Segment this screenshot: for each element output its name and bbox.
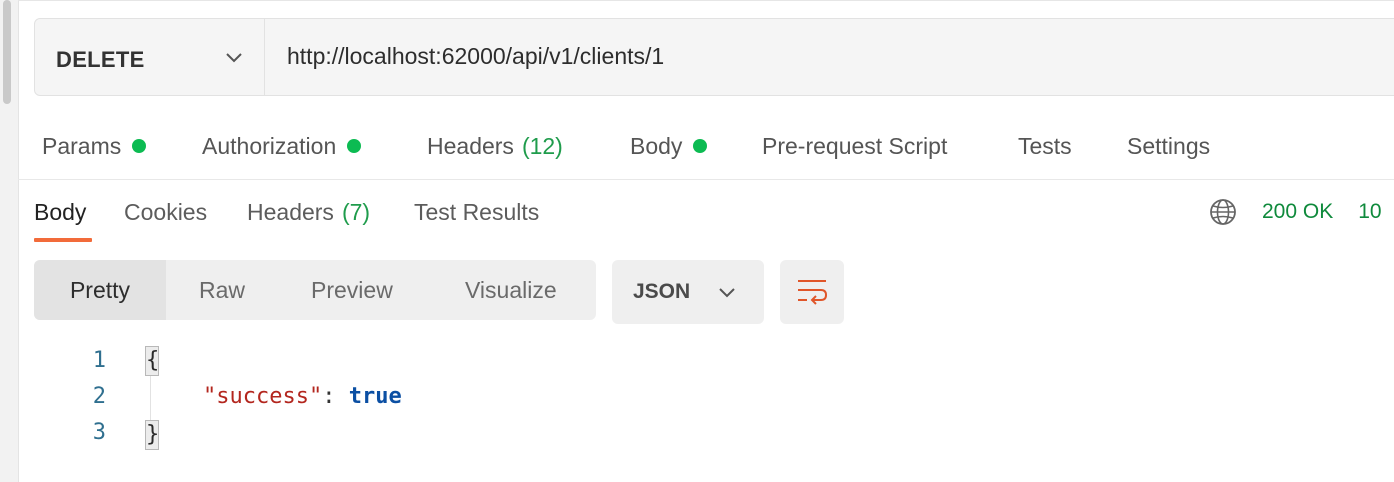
status-dot — [347, 139, 362, 153]
view-label: Preview — [311, 276, 393, 303]
word-wrap-icon — [798, 280, 828, 305]
status-code[interactable]: 200 OK — [1262, 200, 1333, 224]
tab-authorization[interactable]: Authorization — [202, 130, 362, 162]
view-raw[interactable]: Raw — [199, 260, 245, 320]
close-brace: } — [145, 420, 159, 450]
tab-params[interactable]: Params — [42, 130, 147, 162]
response-tab-test-results[interactable]: Test Results — [414, 196, 539, 228]
headers-count: (12) — [521, 132, 563, 159]
chevron-down-icon — [719, 288, 735, 298]
tab-label: Pre-request Script — [762, 132, 948, 159]
view-label: Raw — [199, 276, 246, 303]
status-dot — [132, 139, 147, 153]
scrollbar-thumb[interactable] — [3, 0, 11, 104]
code-line: "success": true — [203, 384, 402, 409]
view-label: Pretty — [69, 276, 131, 303]
tab-label: Body — [34, 198, 87, 225]
tab-label: Headers — [427, 132, 514, 159]
line-number: 1 — [92, 348, 106, 373]
response-status: 200 OK 10 — [1208, 196, 1382, 228]
response-tab-headers[interactable]: Headers (7) — [247, 196, 370, 228]
tab-tests[interactable]: Tests — [1018, 130, 1072, 162]
word-wrap-button[interactable] — [780, 260, 844, 324]
status-dot — [693, 139, 708, 153]
json-value: true — [348, 384, 402, 409]
response-tab-body[interactable]: Body — [34, 196, 86, 228]
tab-label: Tests — [1018, 132, 1072, 159]
tab-pre-request-script[interactable]: Pre-request Script — [762, 130, 947, 162]
tab-label: Params — [42, 132, 122, 159]
tab-label: Body — [630, 132, 683, 159]
response-tab-cookies[interactable]: Cookies — [124, 196, 207, 228]
method-select[interactable]: DELETE — [35, 19, 265, 95]
tab-headers[interactable]: Headers (12) — [427, 130, 563, 162]
top-border — [18, 0, 1394, 1]
method-label: DELETE — [56, 47, 145, 72]
section-divider — [18, 179, 1394, 180]
chevron-down-icon — [226, 53, 242, 63]
indent-guide — [150, 376, 151, 420]
open-brace: { — [145, 346, 159, 376]
url-bar: DELETE — [34, 18, 1394, 96]
tab-label: Authorization — [202, 132, 337, 159]
line-number: 2 — [92, 384, 106, 409]
view-visualize[interactable]: Visualize — [465, 260, 557, 320]
json-colon: : — [322, 384, 349, 409]
format-label: JSON — [633, 280, 691, 303]
tab-label: Headers — [247, 198, 334, 225]
left-scrollbar[interactable] — [0, 0, 19, 482]
line-number: 3 — [92, 420, 106, 445]
response-headers-count: (7) — [341, 198, 371, 225]
globe-icon[interactable] — [1208, 197, 1238, 227]
json-key: "success" — [203, 384, 323, 409]
tab-label: Cookies — [124, 198, 208, 225]
view-pretty[interactable]: Pretty — [34, 260, 166, 320]
format-select[interactable]: JSON — [612, 260, 764, 324]
active-tab-indicator — [34, 238, 92, 242]
tab-settings[interactable]: Settings — [1127, 130, 1210, 162]
url-input[interactable] — [287, 43, 1287, 70]
tab-label: Settings — [1127, 132, 1211, 159]
tab-label: Test Results — [414, 198, 540, 225]
tab-body[interactable]: Body — [630, 130, 708, 162]
view-label: Visualize — [465, 276, 557, 303]
view-mode-group: Pretty Raw Preview Visualize — [34, 260, 596, 320]
response-time[interactable]: 10 — [1358, 200, 1381, 224]
view-preview[interactable]: Preview — [311, 260, 393, 320]
